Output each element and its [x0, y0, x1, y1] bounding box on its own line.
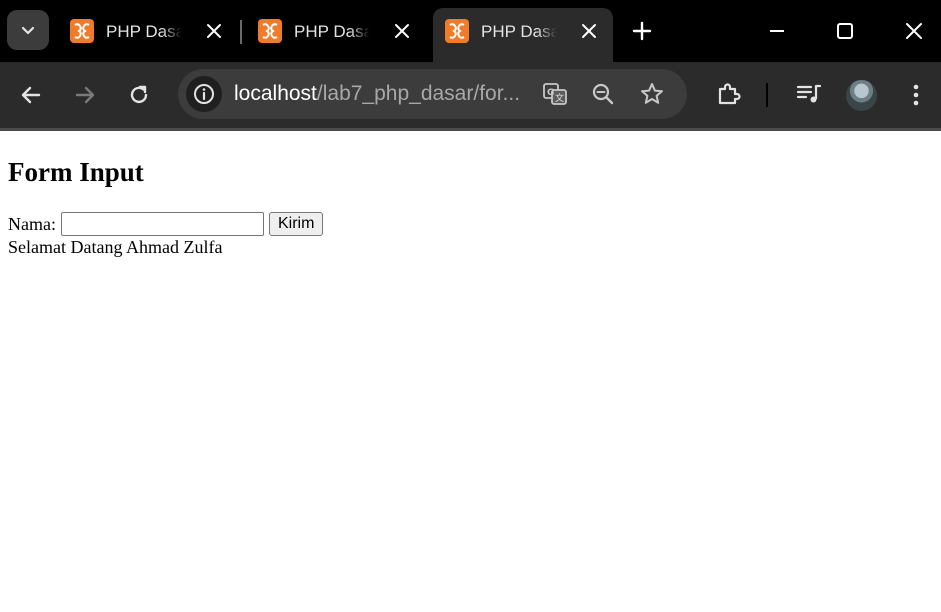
xampp-favicon-icon	[258, 19, 282, 43]
svg-text:文: 文	[555, 92, 564, 104]
url-text[interactable]: localhost/lab7_php_dasar/for...	[234, 81, 524, 107]
tab-2[interactable]: PHP Dasar	[246, 8, 426, 54]
tab-title: PHP Dasar	[481, 22, 566, 41]
back-arrow-icon[interactable]	[18, 82, 44, 108]
tab-title: PHP Dasar	[106, 22, 191, 41]
svg-text:G: G	[547, 88, 554, 98]
tab-search-button[interactable]	[7, 10, 49, 50]
greeting-text: Selamat Datang Ahmad Zulfa	[8, 237, 223, 257]
toolbar-divider	[766, 83, 768, 107]
info-icon	[194, 84, 214, 104]
bookmark-star-icon[interactable]	[639, 81, 665, 107]
name-label: Nama:	[8, 214, 56, 234]
maximize-icon[interactable]	[833, 19, 857, 43]
name-form: Nama: Kirim	[8, 212, 324, 236]
tab-1[interactable]: PHP Dasar	[58, 8, 238, 54]
tab-separator	[240, 20, 242, 44]
minimize-icon[interactable]	[765, 19, 789, 43]
tab-strip: PHP Dasar PHP Dasar PHP Dasar	[0, 0, 941, 62]
new-tab-plus-icon[interactable]	[630, 19, 654, 43]
media-queue-icon[interactable]	[796, 82, 822, 108]
close-icon[interactable]	[394, 23, 410, 39]
more-menu-icon[interactable]	[903, 82, 929, 108]
chevron-down-icon	[21, 26, 35, 35]
page-heading: Form Input	[8, 157, 144, 187]
name-input[interactable]	[60, 212, 264, 236]
tab-3-active[interactable]: PHP Dasar	[433, 8, 613, 62]
xampp-favicon-icon	[445, 19, 469, 43]
tab-title: PHP Dasar	[294, 22, 379, 41]
url-path: /lab7_php_dasar/for...	[316, 82, 521, 105]
url-host: localhost	[234, 82, 317, 105]
browser-toolbar: localhost/lab7_php_dasar/for... G 文	[0, 62, 941, 128]
extensions-puzzle-icon[interactable]	[716, 81, 742, 107]
close-window-icon[interactable]	[902, 19, 926, 43]
address-bar[interactable]: localhost/lab7_php_dasar/for... G 文	[178, 69, 687, 119]
translate-icon[interactable]: G 文	[542, 81, 568, 107]
profile-avatar[interactable]	[846, 80, 877, 111]
submit-button[interactable]: Kirim	[268, 212, 324, 236]
reload-icon[interactable]	[126, 82, 152, 108]
close-icon[interactable]	[581, 23, 597, 39]
page-content: Form Input Nama: Kirim Selamat Datang Ah…	[0, 131, 941, 612]
zoom-out-icon[interactable]	[590, 81, 616, 107]
site-info-button[interactable]	[186, 76, 222, 112]
forward-arrow-icon[interactable]	[72, 82, 98, 108]
close-icon[interactable]	[206, 23, 222, 39]
xampp-favicon-icon	[70, 19, 94, 43]
